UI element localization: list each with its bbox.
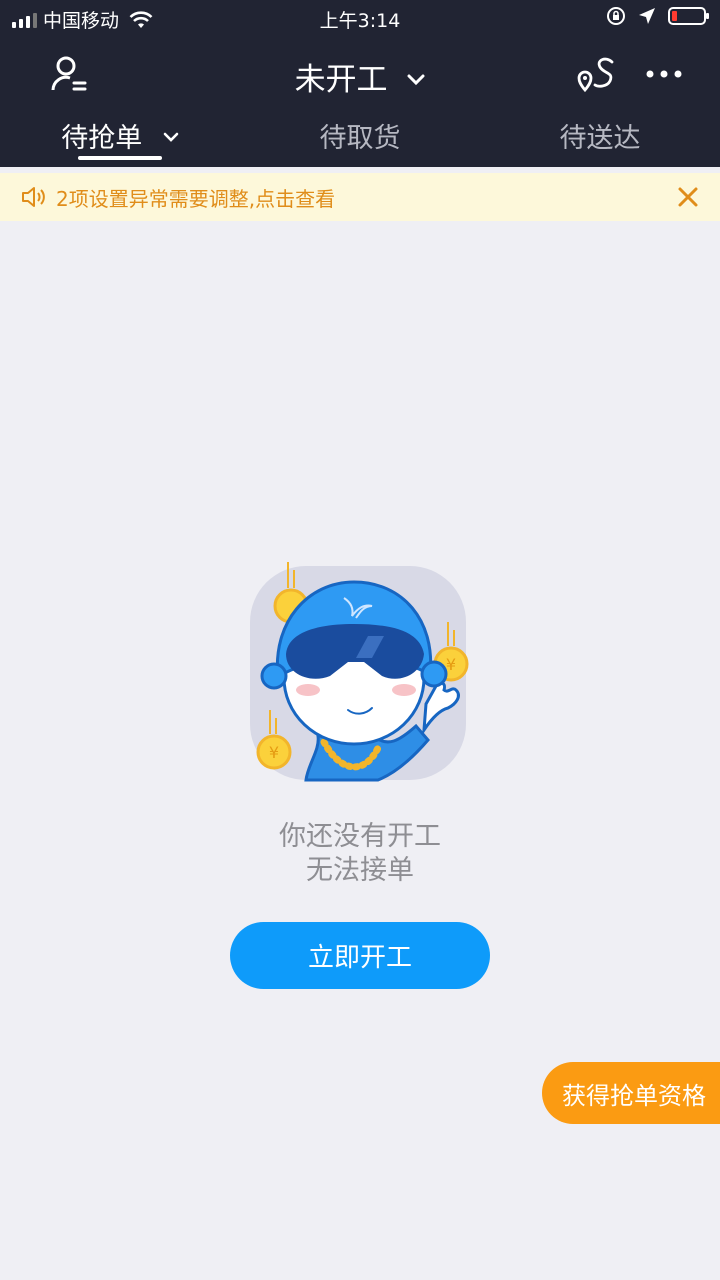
tab-label: 待送达 (559, 123, 641, 154)
svg-text:¥: ¥ (269, 743, 279, 762)
start-work-button[interactable]: 立即开工 (230, 922, 490, 989)
rotation-lock-icon (607, 7, 625, 25)
order-tabs: 待抢单 待取货 待送达 (0, 112, 720, 167)
tab-pending-delivery[interactable]: 待送达 (480, 116, 720, 155)
top-bar: 中国移动 上午3:14 未开工 待抢单 待取货 待送达 (0, 0, 720, 167)
settings-notice-banner[interactable]: 2项设置异常需要调整,点击查看 (0, 173, 720, 221)
courier-mascot-illustration: ¥ ¥ (250, 562, 469, 782)
tab-label: 待抢单 (61, 123, 143, 154)
empty-state-line1: 你还没有开工 (279, 821, 441, 852)
tab-pending-pickup[interactable]: 待取货 (240, 116, 480, 155)
nav-row: 未开工 (0, 40, 720, 108)
active-tab-underline (78, 156, 162, 160)
route-map-icon[interactable] (576, 54, 616, 94)
get-grab-qualification-button[interactable]: 获得抢单资格 (542, 1062, 720, 1124)
chevron-down-icon (163, 132, 179, 142)
location-arrow-icon (639, 8, 655, 24)
svg-text:¥: ¥ (446, 655, 456, 674)
speaker-icon (22, 187, 45, 207)
battery-icon (668, 7, 709, 25)
work-status-label: 未开工 (294, 62, 388, 98)
more-icon[interactable] (644, 54, 684, 94)
status-right (606, 6, 709, 26)
status-bar: 中国移动 上午3:14 (0, 0, 720, 38)
tab-label: 待取货 (319, 123, 401, 154)
notice-text: 2项设置异常需要调整,点击查看 (56, 186, 336, 211)
tab-pending-grab[interactable]: 待抢单 (0, 116, 240, 160)
chevron-down-icon (407, 74, 425, 86)
close-icon[interactable] (672, 181, 704, 213)
empty-state-line2: 无法接单 (306, 855, 414, 886)
empty-state-message: 你还没有开工 无法接单 (0, 820, 720, 888)
